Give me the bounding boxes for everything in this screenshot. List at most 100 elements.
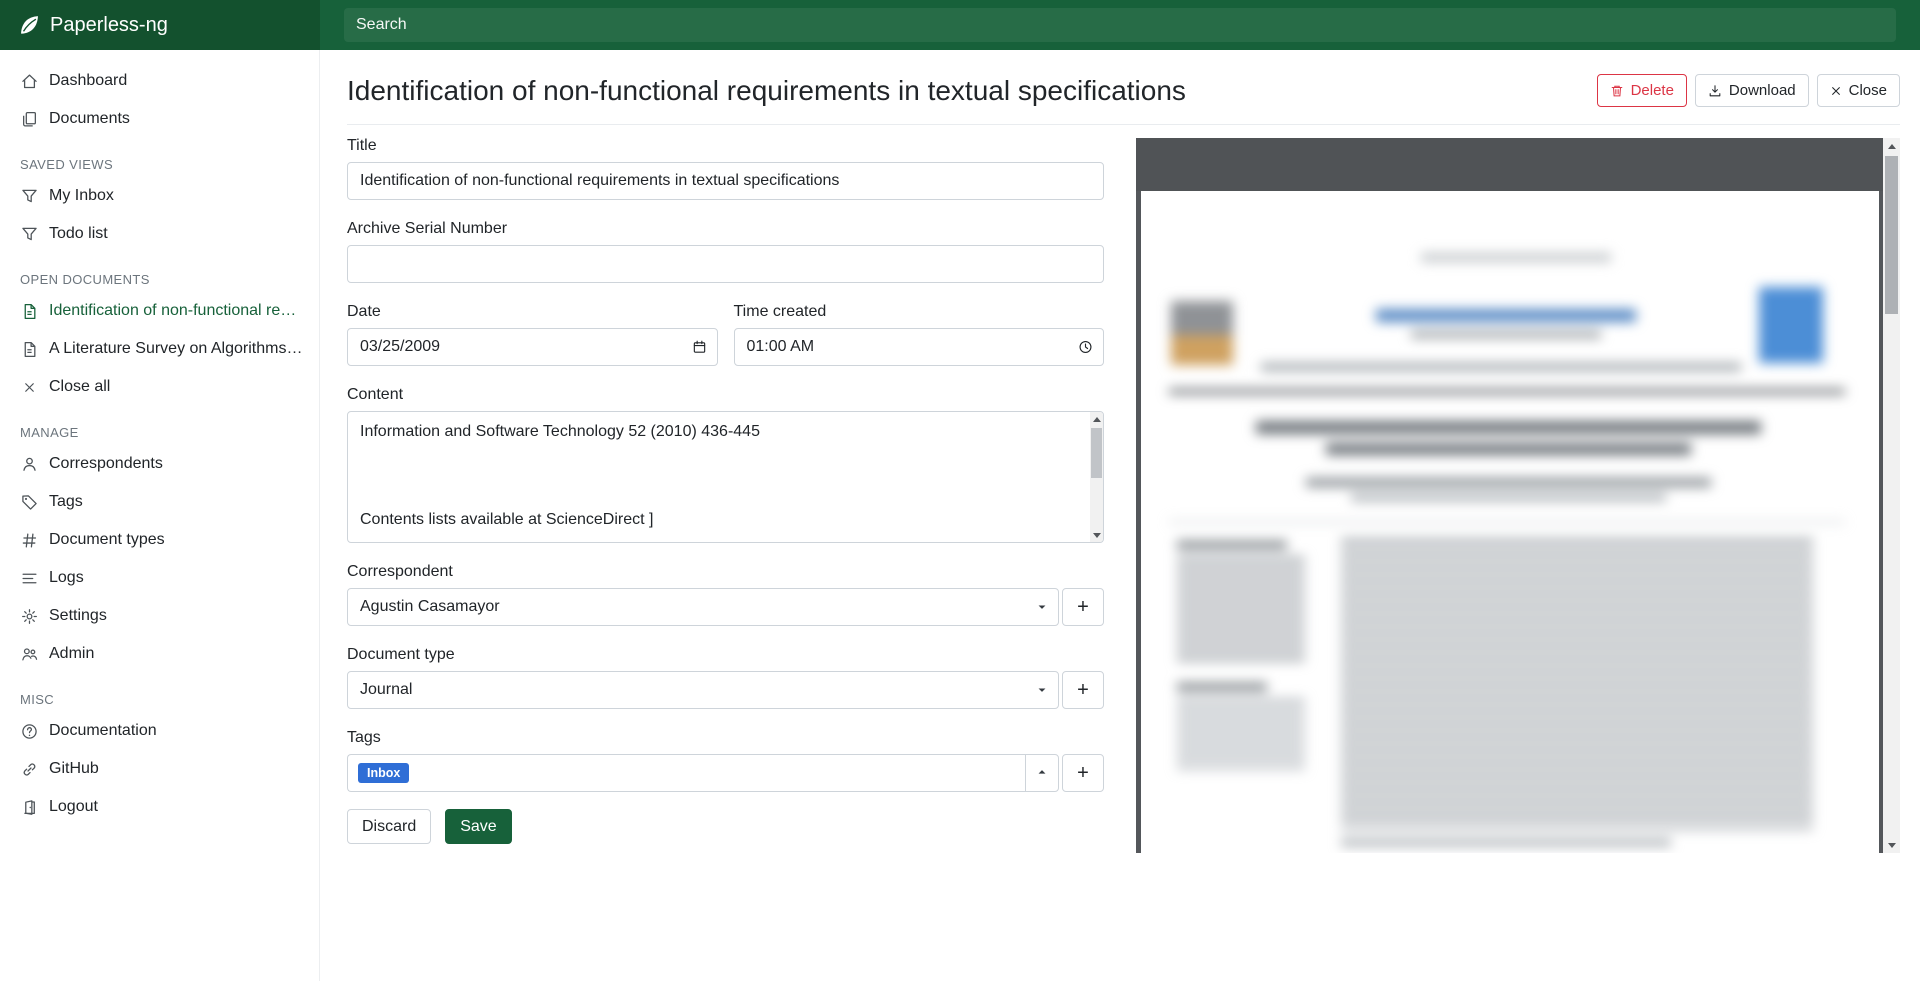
correspondent-label: Correspondent <box>347 561 1104 583</box>
document-type-select[interactable]: Journal <box>347 671 1059 709</box>
pdf-blur-block <box>1341 839 1671 846</box>
download-icon <box>1708 84 1722 98</box>
pdf-blur-block <box>1759 287 1823 363</box>
pdf-blur-block <box>1306 478 1711 487</box>
add-tag-button[interactable]: + <box>1062 754 1104 792</box>
gear-icon <box>20 607 38 625</box>
tag-chip-inbox[interactable]: Inbox <box>358 763 409 784</box>
sidebar-item-document-types[interactable]: Document types <box>0 521 319 559</box>
person-icon <box>20 455 38 473</box>
tags-input[interactable]: Inbox <box>347 754 1025 792</box>
pdf-blur-block <box>1376 309 1636 322</box>
pdf-page <box>1141 191 1879 853</box>
leaf-logo-icon <box>18 14 40 36</box>
file-text-icon <box>20 340 38 358</box>
link-icon <box>20 760 38 778</box>
pdf-viewer-toolbar <box>1136 138 1883 191</box>
scroll-down-icon[interactable] <box>1883 837 1900 853</box>
question-circle-icon <box>20 722 38 740</box>
save-button[interactable]: Save <box>445 809 511 844</box>
title-input[interactable] <box>347 162 1104 200</box>
delete-button[interactable]: Delete <box>1597 74 1687 107</box>
scroll-up-icon[interactable] <box>1090 412 1103 426</box>
sidebar-section-misc: MISC <box>0 692 319 707</box>
calendar-icon[interactable] <box>692 340 707 355</box>
tag-icon <box>20 493 38 511</box>
sidebar-open-doc-1[interactable]: Identification of non-functional require… <box>0 292 319 330</box>
house-icon <box>20 72 38 90</box>
sidebar-item-dashboard[interactable]: Dashboard <box>0 62 319 100</box>
pdf-blur-block <box>1261 363 1741 371</box>
scroll-down-icon[interactable] <box>1090 528 1103 542</box>
asn-label: Archive Serial Number <box>347 218 1104 240</box>
sidebar-item-correspondents[interactable]: Correspondents <box>0 445 319 483</box>
content-textarea[interactable]: Information and Software Technology 52 (… <box>348 412 1103 542</box>
content-scrollbar[interactable] <box>1090 412 1103 542</box>
date-value: 03/25/2009 <box>360 338 440 356</box>
app-title: Paperless-ng <box>50 14 168 37</box>
pdf-blur-block <box>1169 389 1845 394</box>
sidebar-item-todo-list[interactable]: Todo list <box>0 215 319 253</box>
sidebar-item-admin[interactable]: Admin <box>0 635 319 673</box>
pdf-preview <box>1136 138 1900 853</box>
pdf-blur-block <box>1351 494 1666 501</box>
discard-button[interactable]: Discard <box>347 809 431 844</box>
chevron-up-icon <box>1037 764 1047 782</box>
funnel-icon <box>20 187 38 205</box>
download-button[interactable]: Download <box>1695 74 1809 107</box>
sidebar-item-logout[interactable]: Logout <box>0 788 319 826</box>
hash-icon <box>20 531 38 549</box>
sidebar-item-github[interactable]: GitHub <box>0 750 319 788</box>
content-textarea-wrap: Information and Software Technology 52 (… <box>347 411 1104 543</box>
search-input[interactable] <box>344 8 1896 42</box>
scroll-up-icon[interactable] <box>1883 138 1900 154</box>
add-document-type-button[interactable]: + <box>1062 671 1104 709</box>
sidebar-item-documents[interactable]: Documents <box>0 100 319 138</box>
sidebar-item-documentation[interactable]: Documentation <box>0 712 319 750</box>
app-brand[interactable]: Paperless-ng <box>0 0 320 50</box>
pdf-scrollbar-thumb[interactable] <box>1885 156 1898 314</box>
time-input[interactable]: 01:00 AM <box>734 328 1105 366</box>
title-label: Title <box>347 135 1104 157</box>
close-button[interactable]: Close <box>1817 74 1900 107</box>
door-icon <box>20 798 38 816</box>
sidebar-open-doc-2[interactable]: A Literature Survey on Algorithms for Mu… <box>0 330 319 368</box>
correspondent-select[interactable]: Agustin Casamayor <box>347 588 1059 626</box>
time-created-label: Time created <box>734 301 1105 323</box>
sidebar-section-manage: MANAGE <box>0 425 319 440</box>
pdf-blur-block <box>1341 539 1813 829</box>
document-type-value: Journal <box>360 681 412 699</box>
sidebar-item-tags[interactable]: Tags <box>0 483 319 521</box>
people-icon <box>20 645 38 663</box>
pdf-blur-block <box>1177 541 1287 549</box>
document-header: Identification of non-functional require… <box>347 50 1900 125</box>
asn-input[interactable] <box>347 245 1104 283</box>
close-icon <box>1830 85 1842 97</box>
tags-input-group: Inbox <box>347 754 1059 792</box>
pdf-scrollbar[interactable] <box>1883 138 1900 853</box>
sidebar-close-all[interactable]: Close all <box>0 368 319 406</box>
pdf-blurred-content <box>1141 191 1879 853</box>
search-bar <box>320 0 1920 50</box>
document-edit-form: Title Archive Serial Number Date 03/25/2… <box>347 135 1104 853</box>
top-navbar: Paperless-ng <box>0 0 1920 50</box>
clock-icon[interactable] <box>1078 340 1093 355</box>
date-input[interactable]: 03/25/2009 <box>347 328 718 366</box>
sidebar-item-logs[interactable]: Logs <box>0 559 319 597</box>
file-text-icon <box>20 302 38 320</box>
sidebar-item-my-inbox[interactable]: My Inbox <box>0 177 319 215</box>
content-label: Content <box>347 384 1104 406</box>
add-correspondent-button[interactable]: + <box>1062 588 1104 626</box>
chevron-down-icon <box>1037 602 1047 612</box>
pdf-blur-block <box>1177 557 1305 662</box>
trash-icon <box>1610 84 1624 98</box>
pdf-blur-block <box>1256 421 1761 434</box>
scrollbar-track[interactable] <box>1090 426 1103 528</box>
page-title: Identification of non-functional require… <box>347 75 1186 107</box>
chevron-down-icon <box>1037 685 1047 695</box>
scrollbar-thumb[interactable] <box>1091 428 1102 478</box>
date-label: Date <box>347 301 718 323</box>
tags-collapse-button[interactable] <box>1025 754 1059 792</box>
sidebar-item-settings[interactable]: Settings <box>0 597 319 635</box>
header-actions: Delete Download Close <box>1597 74 1900 107</box>
